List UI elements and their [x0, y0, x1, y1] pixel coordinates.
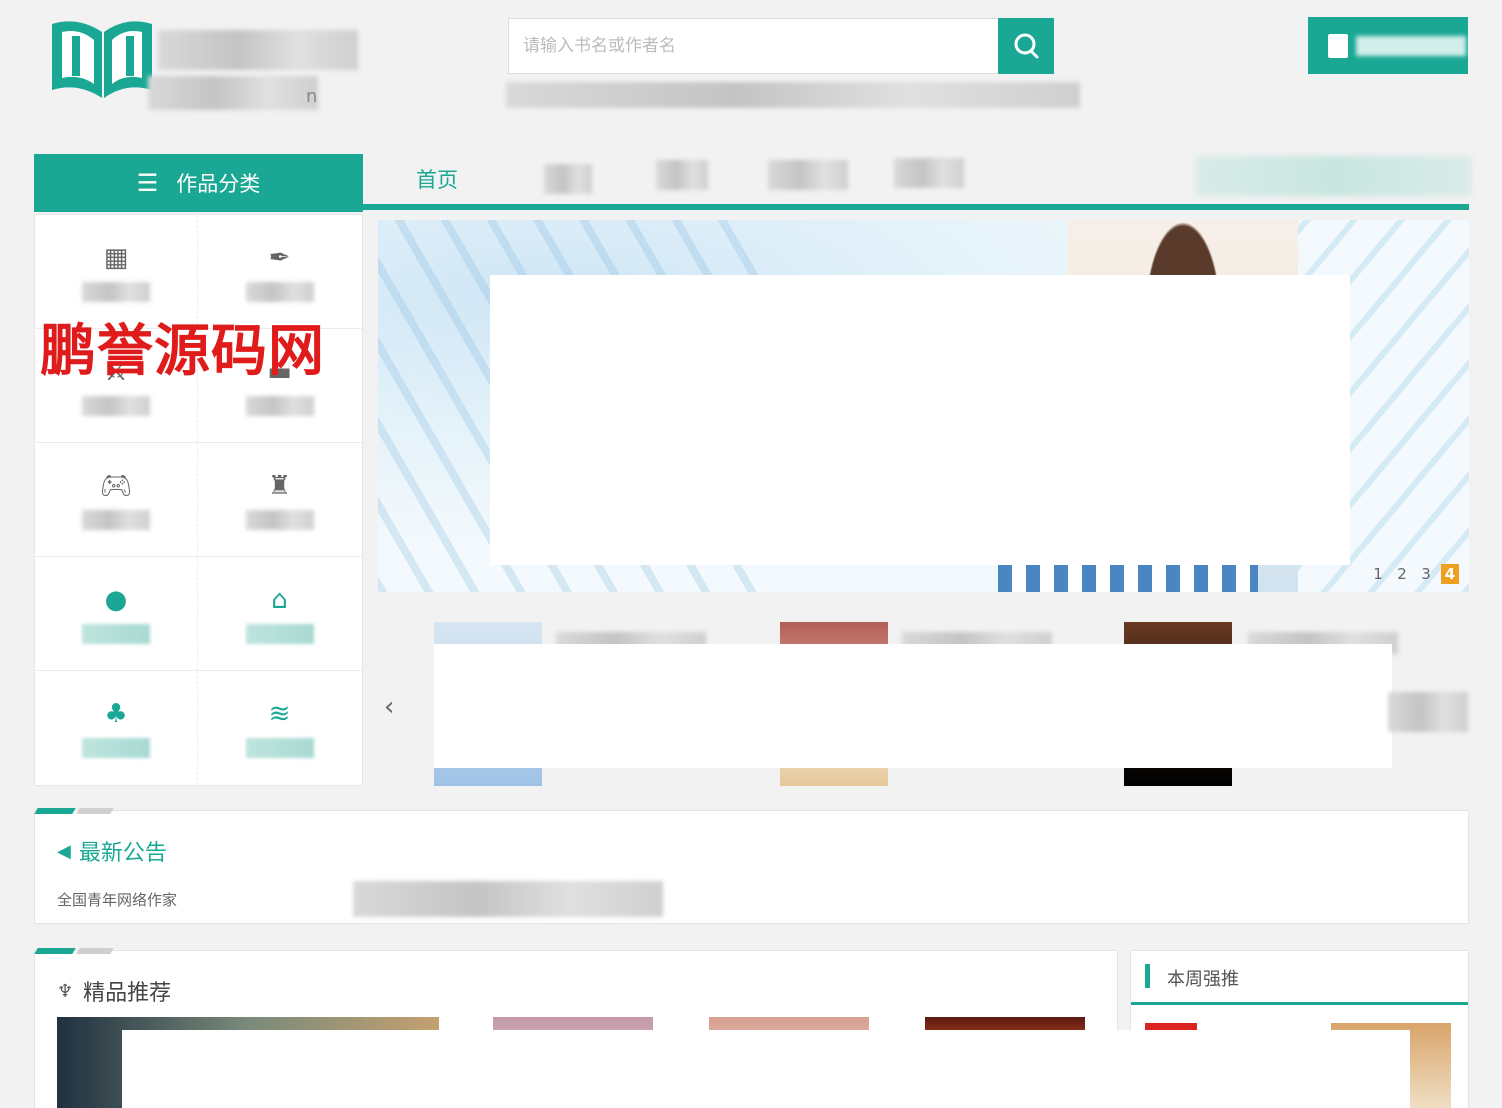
category-menu-label: 作品分类 — [176, 172, 261, 196]
nav-item-blurred[interactable] — [544, 164, 592, 194]
notice-title-text: 最新公告 — [78, 841, 167, 866]
notice-text[interactable]: 全国青年网络作家 — [57, 889, 177, 910]
category-label-blurred — [245, 282, 314, 302]
gamepad-icon: 🎮︎ — [99, 471, 133, 501]
category-label-blurred — [82, 624, 150, 644]
chat-bubble-icon: ● — [104, 585, 128, 615]
nav-item-blurred[interactable] — [656, 160, 708, 190]
banner-pager: 1 2 3 4 — [1369, 564, 1459, 584]
carousel-redaction — [434, 644, 1392, 768]
panel-tab-decoration — [34, 948, 114, 954]
menu-icon: ☰ — [136, 169, 159, 197]
site-logo[interactable]: n — [48, 14, 358, 110]
book-logo-icon — [52, 21, 152, 99]
notice-title: ◀︎ 最新公告 — [57, 835, 167, 867]
header-action-button[interactable] — [1308, 17, 1468, 74]
notice-panel: ◀︎ 最新公告 全国青年网络作家 — [34, 808, 1469, 924]
quill-icon: ✒ — [268, 243, 291, 273]
nav-underline — [363, 204, 1469, 210]
search-icon — [1014, 33, 1039, 59]
speaker-icon: ◀︎ — [57, 840, 71, 862]
category-label-blurred — [82, 396, 150, 416]
search-button[interactable] — [998, 18, 1054, 74]
notice-text-blurred[interactable] — [353, 881, 663, 917]
recommend-title-text: 精品推荐 — [83, 981, 172, 1006]
nav-right-links-blurred[interactable] — [1196, 156, 1472, 196]
panel-tab-decoration — [34, 808, 114, 814]
nav-item-blurred[interactable] — [768, 160, 848, 190]
category-row: ● ⌂ — [35, 557, 362, 671]
search-bar — [508, 18, 1054, 74]
weekly-accent-bar — [1145, 964, 1150, 988]
banner-page-1[interactable]: 1 — [1369, 565, 1387, 583]
logo-tail-text: n — [306, 86, 318, 107]
logo-subtext-blurred — [148, 76, 318, 110]
bottom-redaction — [122, 1030, 1410, 1108]
category-label-blurred — [245, 396, 314, 416]
category-label-blurred — [245, 738, 314, 758]
category-label-blurred — [245, 510, 314, 530]
carousel-right-blurred — [1388, 692, 1468, 732]
category-row: 🎮︎ ♜ — [35, 443, 362, 557]
nav-home[interactable]: 首页 — [416, 164, 458, 198]
category-label-blurred — [82, 738, 150, 758]
banner-page-3[interactable]: 3 — [1417, 565, 1435, 583]
weekly-title: 本周强推 — [1167, 969, 1239, 990]
city-icon: ▦ — [103, 243, 129, 273]
hot-search-links-blurred[interactable] — [506, 82, 1080, 108]
category-label-blurred — [82, 510, 150, 530]
category-item[interactable]: 🎮︎ — [35, 443, 198, 557]
header-action-label-blurred — [1356, 35, 1466, 56]
trophy-icon: ♆ — [57, 980, 74, 1002]
layers-icon: ≋ — [268, 699, 291, 729]
hero-banner[interactable]: 1 2 3 4 — [378, 220, 1469, 592]
banner-redaction — [490, 275, 1350, 565]
category-row: ♣ ≋ — [35, 671, 362, 785]
category-item[interactable]: ● — [35, 557, 198, 671]
recommend-title: ♆ 精品推荐 — [57, 975, 171, 1007]
robot-icon: ♜ — [267, 471, 292, 501]
graduation-cap-icon: ⌂ — [271, 585, 288, 615]
category-label-blurred — [245, 624, 314, 644]
watermark-text: 鹏誉源码网 — [40, 319, 325, 384]
bookshelf-icon — [1328, 33, 1348, 58]
banner-page-4[interactable]: 4 — [1441, 564, 1459, 584]
weekly-header: 本周强推 — [1131, 951, 1468, 1005]
clover-icon: ♣ — [104, 699, 128, 729]
book-carousel: ‹ — [378, 604, 1469, 788]
category-item[interactable]: ♣ — [35, 671, 198, 785]
banner-page-2[interactable]: 2 — [1393, 565, 1411, 583]
logo-text-blurred — [158, 30, 358, 70]
chevron-left-icon[interactable]: ‹ — [384, 692, 394, 722]
category-item[interactable]: ♜ — [198, 443, 361, 557]
category-item[interactable]: ⌂ — [198, 557, 361, 671]
search-input[interactable] — [509, 19, 998, 73]
category-menu-button[interactable]: ☰ 作品分类 — [34, 154, 363, 212]
category-label-blurred — [82, 282, 150, 302]
nav-item-blurred[interactable] — [894, 158, 964, 188]
category-item[interactable]: ≋ — [198, 671, 361, 785]
category-sidebar: ▦ ✒ ⚔ ▬ 🎮︎ ♜ ● ⌂ ♣ ≋ — [34, 214, 363, 786]
